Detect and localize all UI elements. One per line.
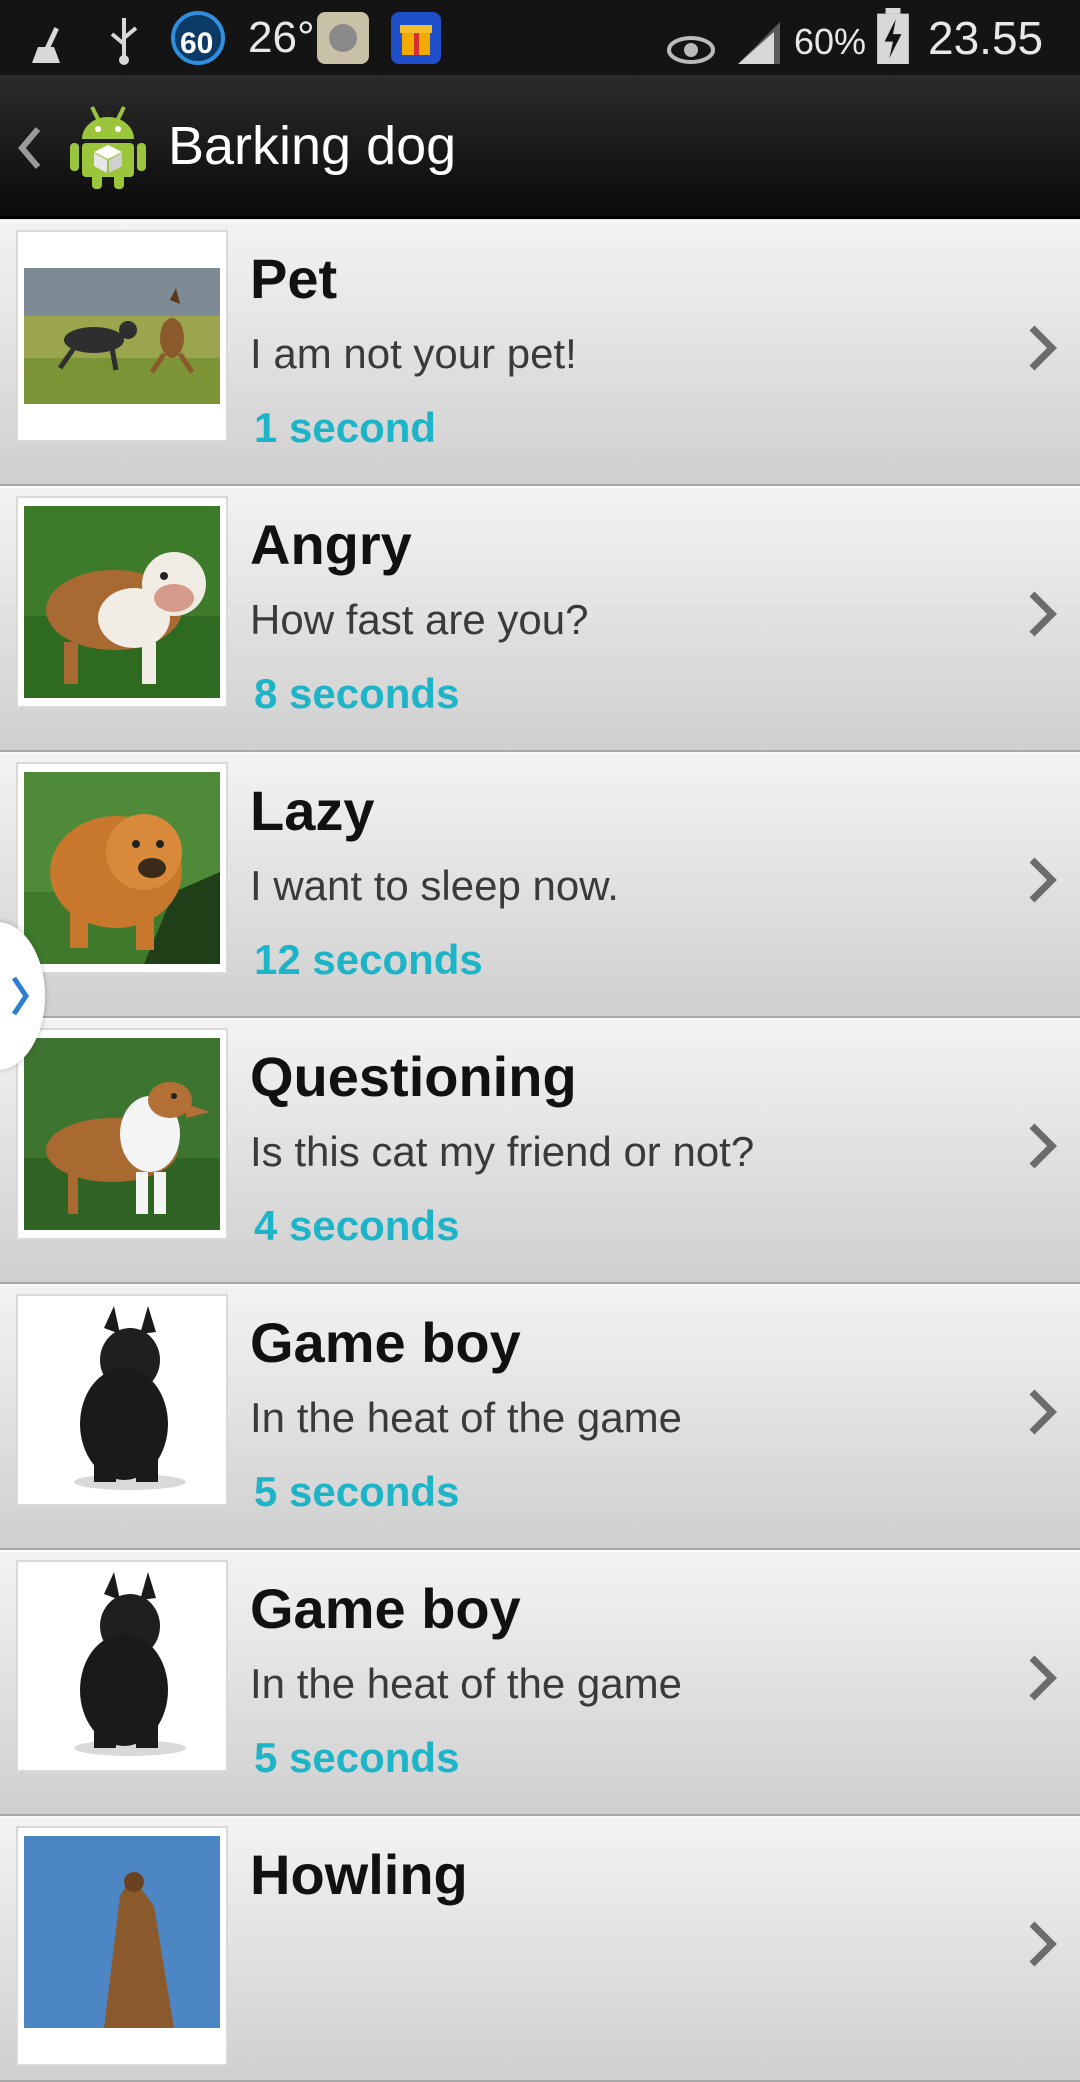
item-duration: 5 seconds [254, 1468, 460, 1515]
item-duration: 12 seconds [254, 936, 483, 983]
item-subtitle: How fast are you? [250, 596, 589, 643]
chevron-right-icon [11, 976, 30, 1016]
battery-charging-icon [877, 8, 909, 64]
chevron-right-icon [1029, 1921, 1057, 1967]
list-item[interactable]: Pet I am not your pet! 1 second [0, 220, 1080, 486]
chevron-right-icon [1029, 1123, 1057, 1169]
list-item[interactable]: Game boy In the heat of the game 5 secon… [0, 1550, 1080, 1816]
temperature-text: 26° [248, 13, 315, 62]
item-subtitle: I am not your pet! [250, 330, 577, 377]
item-subtitle: Is this cat my friend or not? [250, 1128, 755, 1175]
battery-percent: 60% [794, 21, 867, 62]
dog-thumbnail [16, 1294, 228, 1506]
android-app-icon[interactable] [66, 103, 150, 191]
back-chevron-icon[interactable] [12, 123, 46, 173]
item-subtitle: I want to sleep now. [250, 862, 619, 909]
item-subtitle: In the heat of the game [250, 1660, 682, 1707]
item-title: Game boy [250, 1577, 521, 1640]
list-item[interactable]: Angry How fast are you? 8 seconds [0, 486, 1080, 752]
item-title: Game boy [250, 1311, 521, 1374]
list-item[interactable]: Howling [0, 1816, 1080, 2082]
dog-thumbnail [16, 496, 228, 708]
dog-thumbnail [16, 1560, 228, 1772]
item-title: Lazy [250, 779, 375, 842]
dog-thumbnail [16, 230, 228, 442]
chevron-right-icon [1029, 325, 1057, 371]
signal-icon [738, 22, 780, 64]
list-item[interactable]: Game boy In the heat of the game 5 secon… [0, 1284, 1080, 1550]
item-title: Pet [250, 247, 338, 310]
item-duration: 1 second [254, 404, 437, 451]
dog-thumbnail [16, 1028, 228, 1240]
app-icon [317, 12, 369, 64]
item-title: Angry [250, 513, 412, 576]
clock: 23.55 [928, 12, 1044, 64]
item-subtitle: In the heat of the game [250, 1394, 682, 1441]
eye-icon [667, 36, 715, 64]
broom-icon [32, 27, 60, 63]
list-item[interactable]: Lazy I want to sleep now. 12 seconds [0, 752, 1080, 1018]
list-item[interactable]: Questioning Is this cat my friend or not… [0, 1018, 1080, 1284]
status-bar: 60 26° 60% 23.55 [0, 0, 1080, 75]
gift-icon [391, 12, 441, 64]
dog-thumbnail [16, 1826, 228, 2066]
chevron-right-icon [1029, 1389, 1057, 1435]
action-bar: Barking dog [0, 75, 1080, 219]
dog-thumbnail [16, 762, 228, 974]
sound-list: Pet I am not your pet! 1 second Angry Ho… [0, 220, 1080, 2082]
usb-icon [110, 18, 138, 65]
item-duration: 5 seconds [254, 1734, 460, 1781]
chevron-right-icon [1029, 857, 1057, 903]
item-title: Questioning [250, 1045, 577, 1108]
item-title: Howling [250, 1843, 468, 1906]
item-duration: 4 seconds [254, 1202, 460, 1249]
page-title: Barking dog [168, 116, 457, 176]
speed-label: 60 [180, 27, 214, 60]
chevron-right-icon [1029, 1655, 1057, 1701]
item-duration: 8 seconds [254, 670, 460, 717]
chevron-right-icon [1029, 591, 1057, 637]
